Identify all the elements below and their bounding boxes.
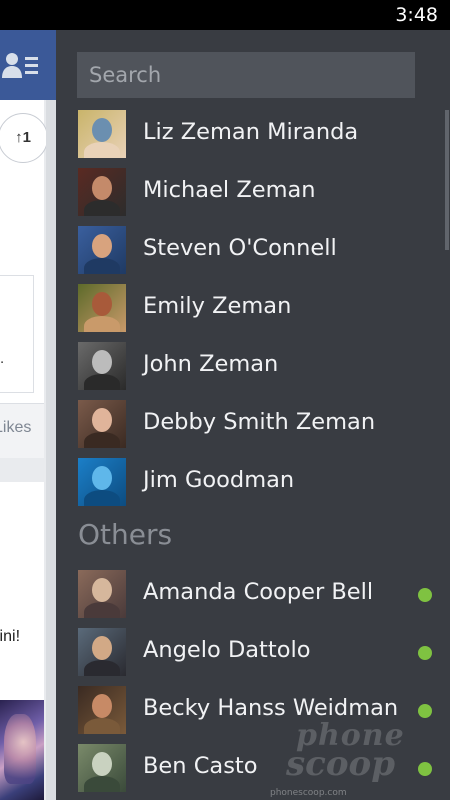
contact-row[interactable]: John Zeman — [56, 337, 450, 395]
avatar-body — [84, 316, 120, 332]
status-bar: 3:48 — [0, 0, 450, 30]
contact-name: Angelo Dattolo — [143, 637, 311, 663]
avatar-body — [84, 258, 120, 274]
avatar — [78, 400, 126, 448]
new-stories-badge[interactable]: ↑1 — [0, 113, 48, 163]
contact-row[interactable]: Emily Zeman — [56, 279, 450, 337]
avatar-body — [84, 660, 120, 676]
contact-row[interactable]: Steven O'Connell — [56, 221, 450, 279]
avatar — [78, 458, 126, 506]
avatar-face — [92, 694, 112, 718]
contact-name: John Zeman — [143, 351, 279, 377]
watermark-line2: scoop — [286, 744, 395, 784]
clock: 3:48 — [395, 4, 438, 26]
contact-name: Emily Zeman — [143, 293, 292, 319]
contact-name: Liz Zeman Miranda — [143, 119, 359, 145]
search-input[interactable] — [77, 52, 415, 98]
contact-row[interactable]: Debby Smith Zeman — [56, 395, 450, 453]
avatar-face — [92, 408, 112, 432]
avatar-face — [92, 752, 112, 776]
avatar-face — [92, 466, 112, 490]
contact-name: Steven O'Connell — [143, 235, 337, 261]
avatar — [78, 110, 126, 158]
avatar-body — [84, 718, 120, 734]
news-feed-panel[interactable]: ↑1 . Likes lini! — [0, 30, 56, 800]
avatar — [78, 570, 126, 618]
story-text: . — [0, 350, 5, 367]
favorites-group: Liz Zeman Miranda Michael Zeman Steven O'C… — [56, 105, 450, 511]
avatar — [78, 284, 126, 332]
avatar-body — [84, 200, 120, 216]
avatar-body — [84, 490, 120, 506]
contact-name: Michael Zeman — [143, 177, 316, 203]
avatar-face — [92, 636, 112, 660]
avatar-face — [92, 292, 112, 316]
contact-list: Liz Zeman Miranda Michael Zeman Steven O'C… — [56, 105, 450, 797]
section-title: Others — [78, 518, 173, 551]
avatar — [78, 744, 126, 792]
chat-sidebar: Liz Zeman Miranda Michael Zeman Steven O'C… — [56, 30, 450, 800]
avatar-body — [84, 776, 120, 792]
avatar — [78, 342, 126, 390]
contact-name: Ben Casto — [143, 753, 258, 779]
panel-shadow-edge — [46, 100, 56, 800]
avatar-face — [92, 176, 112, 200]
feed-story-card-2[interactable] — [0, 482, 44, 700]
avatar-body — [84, 602, 120, 618]
contact-row[interactable]: Liz Zeman Miranda — [56, 105, 450, 163]
avatar — [78, 226, 126, 274]
contact-name: Debby Smith Zeman — [143, 409, 376, 435]
avatar — [78, 168, 126, 216]
contact-name: Amanda Cooper Bell — [143, 579, 374, 605]
friend-requests-icon[interactable] — [2, 50, 40, 80]
story-photo[interactable] — [0, 700, 44, 800]
avatar-face — [92, 234, 112, 258]
contact-row[interactable]: Amanda Cooper Bell — [56, 565, 450, 623]
shared-link-preview[interactable] — [0, 275, 34, 393]
contact-row[interactable]: Angelo Dattolo — [56, 623, 450, 681]
feed-top-bar — [0, 30, 56, 100]
likes-link[interactable]: Likes — [0, 419, 31, 437]
avatar-face — [92, 350, 112, 374]
story-text-2: lini! — [0, 628, 21, 645]
avatar — [78, 686, 126, 734]
online-status-icon — [418, 588, 432, 602]
online-status-icon — [418, 646, 432, 660]
avatar-face — [92, 118, 112, 142]
avatar-body — [84, 374, 120, 390]
avatar-body — [84, 142, 120, 158]
avatar — [78, 628, 126, 676]
avatar-face — [92, 578, 112, 602]
contact-row[interactable]: Michael Zeman — [56, 163, 450, 221]
watermark: phone scoop phonescoop.com — [270, 700, 450, 800]
avatar-body — [84, 432, 120, 448]
contact-name: Jim Goodman — [143, 467, 295, 493]
contact-row[interactable]: Jim Goodman — [56, 453, 450, 511]
photo-figure — [4, 714, 36, 784]
watermark-url: phonescoop.com — [270, 788, 347, 798]
others-section-header: Others — [56, 511, 450, 565]
